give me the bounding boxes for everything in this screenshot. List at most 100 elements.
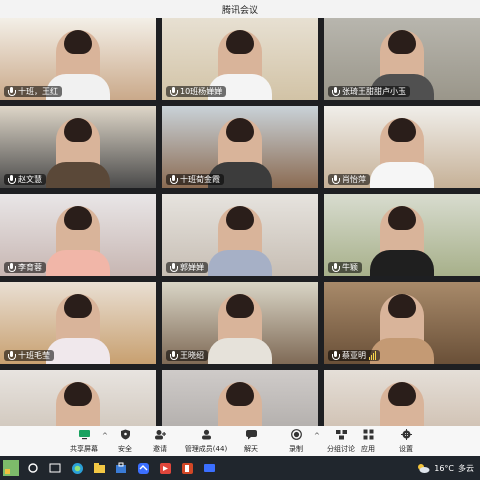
- powerpoint-icon[interactable]: [176, 456, 198, 480]
- participant-name-tag: 郭婵婵: [166, 262, 208, 273]
- toolbar-label: 设置: [399, 444, 413, 453]
- share-screen-icon: [78, 429, 91, 444]
- chat-icon: [245, 429, 258, 444]
- breakout-icon: [335, 429, 348, 444]
- participant-silhouette: [56, 382, 100, 426]
- participant-name: 张琦王甜甜卢小玉: [342, 87, 406, 96]
- microphone-icon: [170, 87, 178, 96]
- participant-tile[interactable]: 李育蓉: [0, 194, 156, 276]
- app-icon-red[interactable]: [154, 456, 176, 480]
- participant-shirt: [370, 162, 434, 188]
- participant-name: 郭婵婵: [180, 263, 204, 272]
- chevron-up-icon[interactable]: ^: [102, 432, 108, 440]
- participant-tile[interactable]: [0, 370, 156, 426]
- microphone-icon: [8, 87, 16, 96]
- microphone-icon: [332, 175, 340, 184]
- participant-tile[interactable]: [324, 370, 480, 426]
- task-view-icon[interactable]: [44, 456, 66, 480]
- tencent-meeting-icon[interactable]: [132, 456, 154, 480]
- participant-name: 蔡亚明: [342, 351, 366, 360]
- toolbar-label: 安全: [118, 444, 132, 453]
- participant-name: 王晓绍: [180, 351, 204, 360]
- participant-name: 赵文慧: [18, 175, 42, 184]
- participant-name: 李育蓉: [18, 263, 42, 272]
- participant-name-tag: 蔡亚明: [328, 350, 380, 361]
- participant-tile[interactable]: [162, 370, 318, 426]
- participant-tile[interactable]: 赵文慧: [0, 106, 156, 188]
- participant-shirt: [46, 338, 110, 364]
- toolbar-share-screen-button[interactable]: 共享屏幕: [56, 426, 112, 456]
- audio-level-icon: [369, 350, 376, 360]
- video-grid-area: 十班，王红 10班杨婵婵 张琦王甜甜卢小玉赵文慧 十班荀金霞 肖怡萍李育蓉 郭婵婵 牛颖十班…: [0, 18, 480, 426]
- toolbar-label: 应用: [361, 444, 375, 453]
- screen-share-app-icon[interactable]: [198, 456, 220, 480]
- participant-video: [0, 370, 156, 426]
- participant-tile[interactable]: 郭婵婵: [162, 194, 318, 276]
- participant-tile[interactable]: 十班毛莹: [0, 282, 156, 364]
- window-title: 腾讯会议: [221, 5, 258, 16]
- store-icon[interactable]: [110, 456, 132, 480]
- participant-name-tag: 赵文慧: [4, 174, 46, 185]
- participant-name: 肖怡萍: [342, 175, 366, 184]
- meeting-toolbar: 共享屏幕 ^ 安全 邀请 管理成员(44) 解天 录制 ^ 分组讨论 应用 设置: [0, 426, 480, 456]
- window-title-bar: 腾讯会议: [0, 0, 480, 18]
- record-icon: [290, 428, 303, 444]
- members-icon: [200, 429, 213, 444]
- participant-shirt: [208, 338, 272, 364]
- shield-icon: [119, 429, 132, 444]
- weather-temp: 16°C: [434, 463, 454, 473]
- microphone-icon: [332, 87, 340, 96]
- start-icon[interactable]: [0, 456, 22, 480]
- participant-name: 十班荀金霞: [180, 175, 220, 184]
- participant-grid: 十班，王红 10班杨婵婵 张琦王甜甜卢小玉赵文慧 十班荀金霞 肖怡萍李育蓉 郭婵婵 牛颖十班…: [0, 18, 480, 426]
- microphone-icon: [8, 175, 16, 184]
- participant-tile[interactable]: 10班杨婵婵: [162, 18, 318, 100]
- participant-tile[interactable]: 张琦王甜甜卢小玉: [324, 18, 480, 100]
- participant-tile[interactable]: 肖怡萍: [324, 106, 480, 188]
- participant-name-tag: 王晓绍: [166, 350, 208, 361]
- toolbar-invite-button[interactable]: 邀请: [140, 426, 180, 456]
- microphone-icon: [170, 351, 178, 360]
- participant-tile[interactable]: 蔡亚明: [324, 282, 480, 364]
- participant-name-tag: 牛颖: [328, 262, 362, 273]
- microphone-icon: [332, 351, 340, 360]
- participant-name-tag: 十班，王红: [4, 86, 62, 97]
- participant-shirt: [46, 162, 110, 188]
- settings-icon: [400, 428, 413, 444]
- edge-browser-icon[interactable]: [66, 456, 88, 480]
- toolbar-apps-button[interactable]: 应用: [352, 426, 384, 456]
- weather-condition: 多云: [458, 463, 474, 473]
- cloudy-sun-icon: [418, 464, 430, 473]
- participant-tile[interactable]: 十班荀金霞: [162, 106, 318, 188]
- search-icon[interactable]: [22, 456, 44, 480]
- microphone-icon: [170, 175, 178, 184]
- participant-name: 十班毛莹: [18, 351, 50, 360]
- participant-silhouette: [380, 382, 424, 426]
- participant-name-tag: 李育蓉: [4, 262, 46, 273]
- microphone-icon: [8, 351, 16, 360]
- participant-tile[interactable]: 王晓绍: [162, 282, 318, 364]
- participant-name-tag: 十班毛莹: [4, 350, 54, 361]
- weather-widget[interactable]: 16°C 多云: [416, 456, 474, 480]
- file-explorer-icon[interactable]: [88, 456, 110, 480]
- participant-name-tag: 张琦王甜甜卢小玉: [328, 86, 410, 97]
- windows-taskbar: 16°C 多云: [0, 456, 480, 480]
- invite-icon: [154, 429, 167, 444]
- participant-name-tag: 10班杨婵婵: [166, 86, 227, 97]
- participant-tile[interactable]: 牛颖: [324, 194, 480, 276]
- toolbar-label: 共享屏幕: [70, 444, 98, 453]
- microphone-icon: [332, 263, 340, 272]
- participant-name-tag: 十班荀金霞: [166, 174, 224, 185]
- toolbar-settings-button[interactable]: 设置: [386, 426, 426, 456]
- participant-tile[interactable]: 十班，王红: [0, 18, 156, 100]
- participant-name-tag: 肖怡萍: [328, 174, 370, 185]
- toolbar-label: 邀请: [153, 444, 167, 453]
- toolbar-label: 管理成员(44): [184, 444, 228, 453]
- toolbar-members-button[interactable]: 管理成员(44): [180, 426, 232, 456]
- participant-video: [324, 370, 480, 426]
- participant-name: 10班杨婵婵: [180, 87, 223, 96]
- toolbar-shield-button[interactable]: 安全: [108, 426, 142, 456]
- toolbar-label: 解天: [244, 444, 258, 453]
- apps-icon: [362, 429, 375, 444]
- toolbar-chat-button[interactable]: 解天: [232, 426, 270, 456]
